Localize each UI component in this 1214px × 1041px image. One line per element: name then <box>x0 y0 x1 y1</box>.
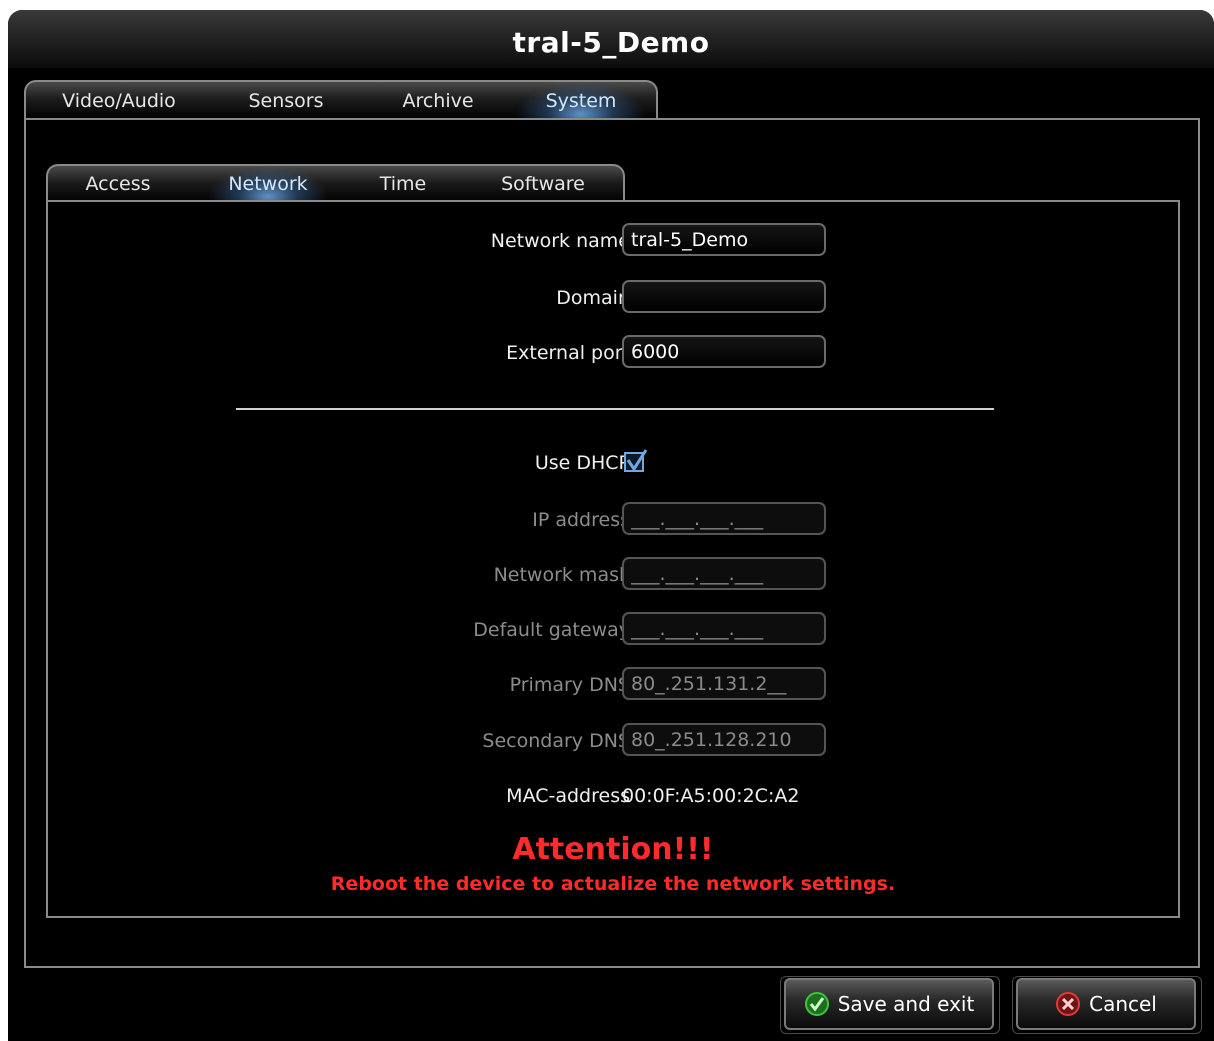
section-divider <box>236 408 994 410</box>
tab-network[interactable]: Network <box>208 166 328 202</box>
tab-video-audio[interactable]: Video/Audio <box>34 82 204 120</box>
save-button-label: Save and exit <box>837 992 975 1016</box>
cancel-button-label: Cancel <box>1089 992 1157 1016</box>
ip-address-input[interactable] <box>622 502 826 535</box>
checkmark-icon <box>626 449 648 472</box>
default-gateway-label: Default gateway <box>473 619 630 641</box>
settings-window: tral-5_Demo Video/Audio Sensors Archive … <box>8 10 1214 1041</box>
tab-sensors[interactable]: Sensors <box>204 82 368 120</box>
default-gateway-input[interactable] <box>622 612 826 645</box>
mac-address-value: 00:0F:A5:00:2C:A2 <box>622 785 800 807</box>
secondary-dns-input[interactable] <box>622 723 826 756</box>
network-panel: Network name Domain External port Use DH… <box>46 200 1180 918</box>
window-title: tral-5_Demo <box>512 26 710 59</box>
domain-label: Domain <box>556 287 630 309</box>
primary-dns-input[interactable] <box>622 667 826 700</box>
tab-time[interactable]: Time <box>353 166 453 202</box>
secondary-dns-label: Secondary DNS <box>482 730 630 752</box>
external-port-label: External port <box>506 342 630 364</box>
tab-access[interactable]: Access <box>58 166 178 202</box>
network-mask-label: Network mask <box>493 564 630 586</box>
primary-dns-label: Primary DNS <box>509 674 630 696</box>
network-mask-input[interactable] <box>622 557 826 590</box>
external-port-input[interactable] <box>622 335 826 368</box>
label-column: Network name Domain External port Use DH… <box>228 202 630 916</box>
main-tab-strip: Video/Audio Sensors Archive System <box>24 80 658 120</box>
tab-software[interactable]: Software <box>478 166 608 202</box>
title-bar: tral-5_Demo <box>8 10 1214 68</box>
use-dhcp-label: Use DHCP <box>534 452 630 474</box>
save-and-exit-button[interactable]: Save and exit <box>784 978 994 1030</box>
sub-tab-strip: Access Network Time Software <box>46 164 625 202</box>
cancel-circle-icon <box>1056 992 1081 1016</box>
ip-address-label: IP address <box>532 509 630 531</box>
tab-system[interactable]: System <box>516 82 646 120</box>
attention-message: Reboot the device to actualize the netwo… <box>330 873 896 895</box>
domain-input[interactable] <box>622 280 826 313</box>
use-dhcp-checkbox[interactable] <box>624 449 648 472</box>
cancel-button[interactable]: Cancel <box>1016 978 1196 1030</box>
attention-title: Attention!!! <box>512 832 714 867</box>
network-name-input[interactable] <box>622 223 826 256</box>
system-panel: Access Network Time Software Network nam… <box>24 118 1200 968</box>
check-circle-icon <box>804 992 829 1016</box>
tab-archive[interactable]: Archive <box>368 82 508 120</box>
network-name-label: Network name <box>490 230 630 252</box>
mac-address-label: MAC-address <box>506 785 630 807</box>
